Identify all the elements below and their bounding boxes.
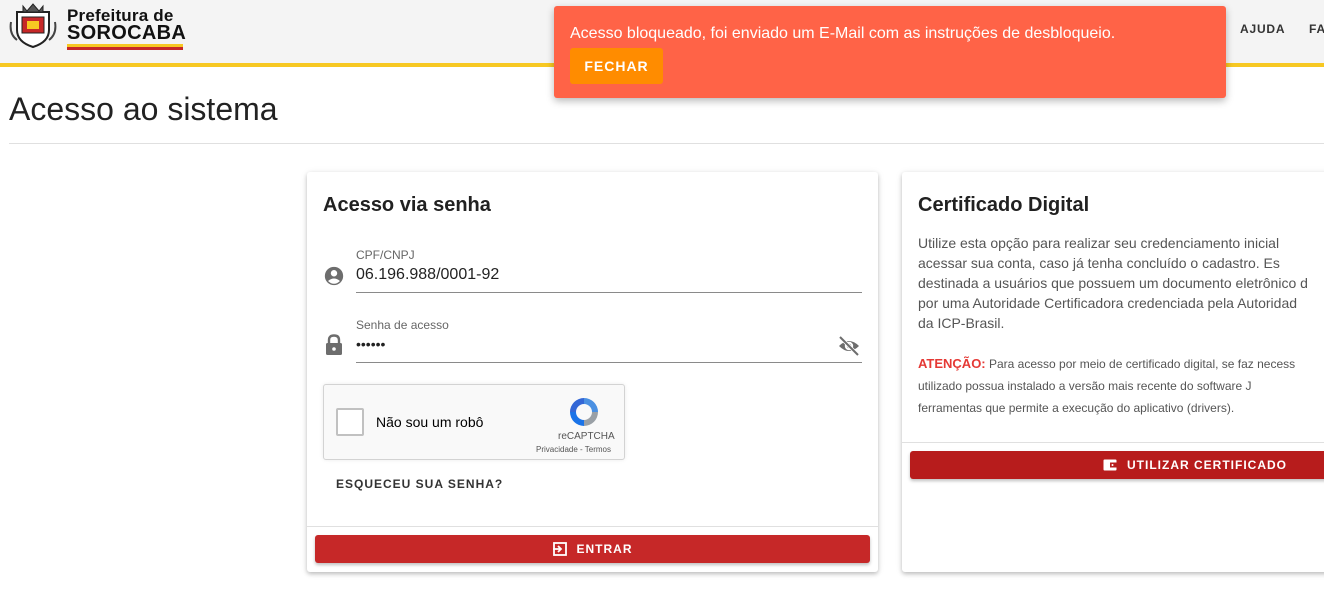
use-certificate-label: UTILIZAR CERTIFICADO [1127, 458, 1287, 472]
wallet-icon [1103, 459, 1117, 471]
enter-button[interactable]: ENTRAR [315, 535, 870, 563]
account-circle-icon [324, 266, 344, 286]
recaptcha-label: Não sou um robô [376, 414, 484, 430]
warning-label: ATENÇÃO: [918, 356, 986, 371]
cert-description-line: destinada a usuários que possuem um docu… [918, 275, 1308, 291]
recaptcha-widget: Não sou um robô reCAPTCHA Privacidade - … [323, 384, 625, 460]
nav-item-faq[interactable]: FA [1309, 22, 1324, 36]
login-card-title: Acesso via senha [323, 194, 491, 216]
warning-line: Para acesso por meio de certificado digi… [988, 357, 1296, 371]
password-field-label: Senha de acesso [356, 318, 449, 332]
password-input[interactable]: •••••• [356, 336, 385, 352]
recaptcha-logo-icon [570, 398, 598, 426]
close-toast-button[interactable]: FECHAR [570, 48, 663, 84]
toast-message: Acesso bloqueado, foi enviado um E-Mail … [570, 25, 1116, 42]
page-title: Acesso ao sistema [9, 91, 278, 127]
cert-description-line: acessar sua conta, caso já tenha concluí… [918, 255, 1280, 271]
cpf-input-underline [356, 292, 862, 293]
coat-of-arms-icon [9, 3, 57, 48]
recaptcha-brand: reCAPTCHA [558, 431, 615, 442]
login-icon [552, 542, 567, 556]
cpf-field-label: CPF/CNPJ [356, 248, 415, 262]
cert-description-line: Utilize esta opção para realizar seu cre… [918, 235, 1280, 251]
recaptcha-links[interactable]: Privacidade - Termos [536, 445, 611, 454]
cert-description-line: da ICP-Brasil. [918, 315, 1005, 331]
recaptcha-checkbox[interactable] [336, 408, 364, 436]
cert-description: Utilize esta opção para realizar seu cre… [918, 233, 1324, 333]
warning-line: ferramentas que permite a execução do ap… [918, 401, 1235, 415]
cpf-input[interactable]: 06.196.988/0001-92 [356, 266, 499, 284]
login-card-divider [307, 526, 878, 527]
lock-icon [326, 334, 342, 355]
prefeitura-logo[interactable]: Prefeitura de SOROCABA [9, 2, 189, 54]
logo-stripe-red [67, 47, 183, 50]
cert-description-line: por uma Autoridade Certificadora credenc… [918, 295, 1298, 311]
enter-button-label: ENTRAR [576, 542, 633, 556]
use-certificate-button[interactable]: UTILIZAR CERTIFICADO [910, 451, 1324, 479]
cert-warning: ATENÇÃO: Para acesso por meio de certifi… [918, 353, 1324, 419]
blocked-access-toast: Acesso bloqueado, foi enviado um E-Mail … [554, 6, 1226, 98]
title-divider [9, 143, 1324, 144]
visibility-off-icon[interactable] [837, 335, 861, 357]
logo-text-line2: SOROCABA [67, 22, 187, 44]
cert-card-divider [902, 442, 1324, 443]
nav-item-ajuda[interactable]: AJUDA [1240, 22, 1285, 36]
password-login-card: Acesso via senha CPF/CNPJ 06.196.988/000… [307, 172, 878, 572]
password-input-underline [356, 362, 862, 363]
warning-line: utilizado possua instalado a versão mais… [918, 379, 1252, 393]
cert-card-title: Certificado Digital [918, 194, 1090, 216]
forgot-password-link[interactable]: ESQUECEU SUA SENHA? [336, 477, 503, 491]
digital-certificate-card: Certificado Digital Utilize esta opção p… [902, 172, 1324, 572]
